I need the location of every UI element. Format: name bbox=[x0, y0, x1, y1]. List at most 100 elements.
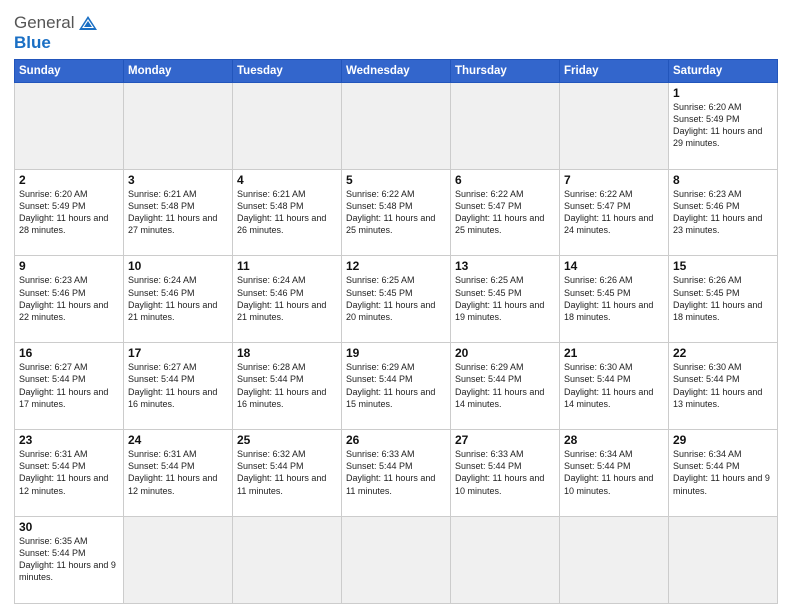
day-number: 22 bbox=[673, 346, 773, 360]
table-row: 18Sunrise: 6:28 AM Sunset: 5:44 PM Dayli… bbox=[233, 343, 342, 430]
day-number: 23 bbox=[19, 433, 119, 447]
day-info: Sunrise: 6:34 AM Sunset: 5:44 PM Dayligh… bbox=[564, 448, 664, 497]
day-number: 27 bbox=[455, 433, 555, 447]
day-info: Sunrise: 6:28 AM Sunset: 5:44 PM Dayligh… bbox=[237, 361, 337, 410]
table-row bbox=[451, 82, 560, 169]
calendar-week-row: 9Sunrise: 6:23 AM Sunset: 5:46 PM Daylig… bbox=[15, 256, 778, 343]
day-info: Sunrise: 6:26 AM Sunset: 5:45 PM Dayligh… bbox=[673, 274, 773, 323]
table-row bbox=[560, 517, 669, 604]
day-info: Sunrise: 6:26 AM Sunset: 5:45 PM Dayligh… bbox=[564, 274, 664, 323]
table-row: 21Sunrise: 6:30 AM Sunset: 5:44 PM Dayli… bbox=[560, 343, 669, 430]
table-row: 25Sunrise: 6:32 AM Sunset: 5:44 PM Dayli… bbox=[233, 430, 342, 517]
table-row bbox=[669, 517, 778, 604]
calendar-week-row: 2Sunrise: 6:20 AM Sunset: 5:49 PM Daylig… bbox=[15, 169, 778, 256]
day-number: 3 bbox=[128, 173, 228, 187]
day-number: 21 bbox=[564, 346, 664, 360]
table-row bbox=[233, 517, 342, 604]
day-number: 2 bbox=[19, 173, 119, 187]
day-info: Sunrise: 6:23 AM Sunset: 5:46 PM Dayligh… bbox=[673, 188, 773, 237]
day-number: 7 bbox=[564, 173, 664, 187]
table-row: 30Sunrise: 6:35 AM Sunset: 5:44 PM Dayli… bbox=[15, 517, 124, 604]
day-info: Sunrise: 6:24 AM Sunset: 5:46 PM Dayligh… bbox=[237, 274, 337, 323]
table-row bbox=[233, 82, 342, 169]
table-row: 12Sunrise: 6:25 AM Sunset: 5:45 PM Dayli… bbox=[342, 256, 451, 343]
table-row bbox=[15, 82, 124, 169]
day-number: 4 bbox=[237, 173, 337, 187]
day-number: 25 bbox=[237, 433, 337, 447]
day-number: 20 bbox=[455, 346, 555, 360]
table-row: 22Sunrise: 6:30 AM Sunset: 5:44 PM Dayli… bbox=[669, 343, 778, 430]
calendar-week-row: 1Sunrise: 6:20 AM Sunset: 5:49 PM Daylig… bbox=[15, 82, 778, 169]
table-row: 17Sunrise: 6:27 AM Sunset: 5:44 PM Dayli… bbox=[124, 343, 233, 430]
calendar-week-row: 23Sunrise: 6:31 AM Sunset: 5:44 PM Dayli… bbox=[15, 430, 778, 517]
day-info: Sunrise: 6:33 AM Sunset: 5:44 PM Dayligh… bbox=[346, 448, 446, 497]
day-info: Sunrise: 6:29 AM Sunset: 5:44 PM Dayligh… bbox=[455, 361, 555, 410]
table-row bbox=[342, 517, 451, 604]
day-info: Sunrise: 6:21 AM Sunset: 5:48 PM Dayligh… bbox=[128, 188, 228, 237]
day-number: 28 bbox=[564, 433, 664, 447]
table-row: 1Sunrise: 6:20 AM Sunset: 5:49 PM Daylig… bbox=[669, 82, 778, 169]
table-row: 5Sunrise: 6:22 AM Sunset: 5:48 PM Daylig… bbox=[342, 169, 451, 256]
day-info: Sunrise: 6:21 AM Sunset: 5:48 PM Dayligh… bbox=[237, 188, 337, 237]
table-row: 9Sunrise: 6:23 AM Sunset: 5:46 PM Daylig… bbox=[15, 256, 124, 343]
day-info: Sunrise: 6:25 AM Sunset: 5:45 PM Dayligh… bbox=[346, 274, 446, 323]
day-info: Sunrise: 6:27 AM Sunset: 5:44 PM Dayligh… bbox=[19, 361, 119, 410]
table-row: 29Sunrise: 6:34 AM Sunset: 5:44 PM Dayli… bbox=[669, 430, 778, 517]
day-number: 11 bbox=[237, 259, 337, 273]
calendar-week-row: 16Sunrise: 6:27 AM Sunset: 5:44 PM Dayli… bbox=[15, 343, 778, 430]
day-number: 15 bbox=[673, 259, 773, 273]
day-number: 17 bbox=[128, 346, 228, 360]
col-thursday: Thursday bbox=[451, 59, 560, 82]
day-number: 14 bbox=[564, 259, 664, 273]
col-monday: Monday bbox=[124, 59, 233, 82]
col-wednesday: Wednesday bbox=[342, 59, 451, 82]
table-row: 28Sunrise: 6:34 AM Sunset: 5:44 PM Dayli… bbox=[560, 430, 669, 517]
logo-blue-text: Blue bbox=[14, 33, 51, 52]
day-info: Sunrise: 6:31 AM Sunset: 5:44 PM Dayligh… bbox=[128, 448, 228, 497]
table-row: 6Sunrise: 6:22 AM Sunset: 5:47 PM Daylig… bbox=[451, 169, 560, 256]
day-info: Sunrise: 6:24 AM Sunset: 5:46 PM Dayligh… bbox=[128, 274, 228, 323]
day-info: Sunrise: 6:20 AM Sunset: 5:49 PM Dayligh… bbox=[673, 101, 773, 150]
day-info: Sunrise: 6:23 AM Sunset: 5:46 PM Dayligh… bbox=[19, 274, 119, 323]
day-number: 16 bbox=[19, 346, 119, 360]
col-tuesday: Tuesday bbox=[233, 59, 342, 82]
table-row: 14Sunrise: 6:26 AM Sunset: 5:45 PM Dayli… bbox=[560, 256, 669, 343]
day-number: 5 bbox=[346, 173, 446, 187]
table-row: 3Sunrise: 6:21 AM Sunset: 5:48 PM Daylig… bbox=[124, 169, 233, 256]
day-info: Sunrise: 6:22 AM Sunset: 5:48 PM Dayligh… bbox=[346, 188, 446, 237]
table-row: 2Sunrise: 6:20 AM Sunset: 5:49 PM Daylig… bbox=[15, 169, 124, 256]
logo-general-text: General bbox=[14, 14, 74, 33]
col-saturday: Saturday bbox=[669, 59, 778, 82]
table-row bbox=[342, 82, 451, 169]
table-row: 8Sunrise: 6:23 AM Sunset: 5:46 PM Daylig… bbox=[669, 169, 778, 256]
table-row: 27Sunrise: 6:33 AM Sunset: 5:44 PM Dayli… bbox=[451, 430, 560, 517]
logo-icon bbox=[77, 14, 99, 32]
table-row: 13Sunrise: 6:25 AM Sunset: 5:45 PM Dayli… bbox=[451, 256, 560, 343]
calendar-header-row: Sunday Monday Tuesday Wednesday Thursday… bbox=[15, 59, 778, 82]
day-number: 29 bbox=[673, 433, 773, 447]
table-row: 10Sunrise: 6:24 AM Sunset: 5:46 PM Dayli… bbox=[124, 256, 233, 343]
day-number: 1 bbox=[673, 86, 773, 100]
day-info: Sunrise: 6:22 AM Sunset: 5:47 PM Dayligh… bbox=[564, 188, 664, 237]
day-number: 30 bbox=[19, 520, 119, 534]
day-info: Sunrise: 6:22 AM Sunset: 5:47 PM Dayligh… bbox=[455, 188, 555, 237]
day-info: Sunrise: 6:31 AM Sunset: 5:44 PM Dayligh… bbox=[19, 448, 119, 497]
day-info: Sunrise: 6:25 AM Sunset: 5:45 PM Dayligh… bbox=[455, 274, 555, 323]
day-info: Sunrise: 6:20 AM Sunset: 5:49 PM Dayligh… bbox=[19, 188, 119, 237]
day-number: 26 bbox=[346, 433, 446, 447]
day-number: 9 bbox=[19, 259, 119, 273]
table-row: 16Sunrise: 6:27 AM Sunset: 5:44 PM Dayli… bbox=[15, 343, 124, 430]
table-row: 19Sunrise: 6:29 AM Sunset: 5:44 PM Dayli… bbox=[342, 343, 451, 430]
table-row: 26Sunrise: 6:33 AM Sunset: 5:44 PM Dayli… bbox=[342, 430, 451, 517]
day-info: Sunrise: 6:30 AM Sunset: 5:44 PM Dayligh… bbox=[673, 361, 773, 410]
day-info: Sunrise: 6:30 AM Sunset: 5:44 PM Dayligh… bbox=[564, 361, 664, 410]
table-row bbox=[124, 82, 233, 169]
table-row: 20Sunrise: 6:29 AM Sunset: 5:44 PM Dayli… bbox=[451, 343, 560, 430]
col-friday: Friday bbox=[560, 59, 669, 82]
day-number: 18 bbox=[237, 346, 337, 360]
day-info: Sunrise: 6:29 AM Sunset: 5:44 PM Dayligh… bbox=[346, 361, 446, 410]
table-row bbox=[560, 82, 669, 169]
logo-text: General bbox=[14, 14, 99, 33]
calendar-week-row: 30Sunrise: 6:35 AM Sunset: 5:44 PM Dayli… bbox=[15, 517, 778, 604]
table-row: 7Sunrise: 6:22 AM Sunset: 5:47 PM Daylig… bbox=[560, 169, 669, 256]
